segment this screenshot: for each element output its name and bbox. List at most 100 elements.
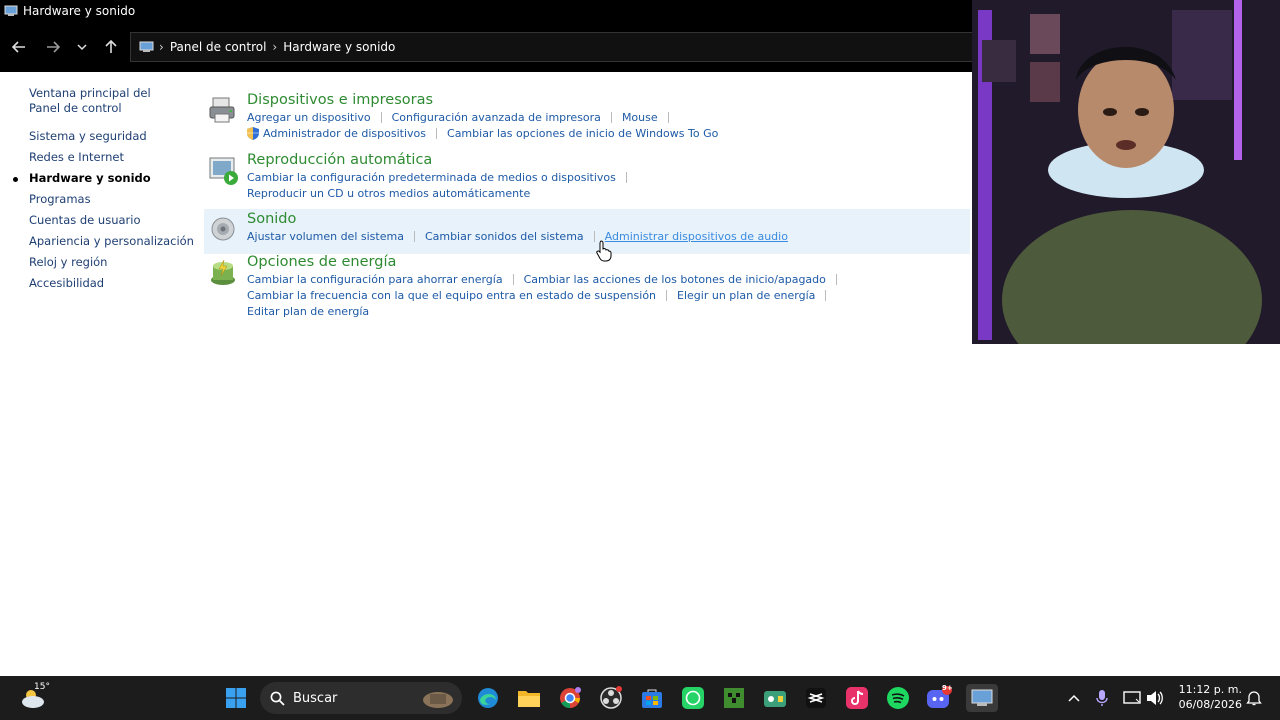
hand-cursor-icon <box>596 240 612 266</box>
chrome-icon[interactable] <box>556 684 584 712</box>
uac-shield-icon <box>247 127 259 140</box>
window-title: Hardware y sonido <box>23 4 136 18</box>
breadcrumb-panel-de-control[interactable]: Panel de control <box>170 40 267 54</box>
volume-icon[interactable] <box>1141 684 1169 712</box>
adjust-volume-link[interactable]: Ajustar volumen del sistema <box>247 230 404 243</box>
discord-icon[interactable]: 9+ <box>925 684 953 712</box>
sidebar-item-appearance[interactable]: Apariencia y personalización <box>0 234 200 249</box>
clock-time: 11:12 p. m. <box>1178 683 1242 696</box>
weather-temperature: 15° <box>34 682 50 692</box>
navigation-bar: › Panel de control › Hardware y sonido <box>0 22 972 72</box>
change-default-media-link[interactable]: Cambiar la configuración predeterminada … <box>247 171 616 184</box>
start-icon[interactable] <box>222 684 250 712</box>
advanced-printer-setup-link[interactable]: Configuración avanzada de impresora <box>392 111 601 124</box>
whatsapp-icon[interactable] <box>679 684 707 712</box>
tiktok-icon[interactable] <box>843 684 871 712</box>
sidebar-item-network[interactable]: Redes e Internet <box>0 150 200 165</box>
autoplay-icon <box>207 154 239 186</box>
control-panel-icon <box>139 41 155 53</box>
add-device-link[interactable]: Agregar un dispositivo <box>247 111 371 124</box>
edge-icon[interactable] <box>474 684 502 712</box>
notification-bell-icon[interactable] <box>1240 684 1268 712</box>
link-divider <box>625 172 627 183</box>
sound-links-row: Ajustar volumen del sistema Cambiar soni… <box>247 230 788 243</box>
devices-printers-title[interactable]: Dispositivos e impresoras <box>247 92 433 108</box>
play-cd-automatically-link[interactable]: Reproducir un CD u otros medios automáti… <box>247 187 530 200</box>
sidebar-item-home[interactable]: Ventana principal del Panel de control <box>0 86 170 116</box>
link-divider <box>835 274 837 285</box>
search-icon <box>270 691 285 706</box>
weather-widget[interactable]: 15° <box>16 682 50 712</box>
autoplay-links-row-2: Reproducir un CD u otros medios automáti… <box>247 187 530 200</box>
sound-title[interactable]: Sonido <box>247 211 296 227</box>
windows-to-go-link[interactable]: Cambiar las opciones de inicio de Window… <box>447 127 718 140</box>
sidebar-item-label: Hardware y sonido <box>29 171 151 185</box>
manage-audio-devices-link[interactable]: Administrar dispositivos de audio <box>605 230 788 243</box>
sleep-frequency-link[interactable]: Cambiar la frecuencia con la que el equi… <box>247 289 656 302</box>
mouse-link[interactable]: Mouse <box>622 111 658 124</box>
autoplay-title[interactable]: Reproducción automática <box>247 152 432 168</box>
sidebar-item-programs[interactable]: Programas <box>0 192 200 207</box>
devices-links-row-2: Administrador de dispositivos Cambiar la… <box>247 127 718 140</box>
store-icon[interactable] <box>638 684 666 712</box>
sidebar-item-hardware-sound[interactable]: Hardware y sonido <box>0 171 200 186</box>
minecraft-icon[interactable] <box>720 684 748 712</box>
link-divider <box>825 290 827 301</box>
devices-links-row-1: Agregar un dispositivo Configuración ava… <box>247 111 679 124</box>
content-pane-extension <box>972 344 1280 676</box>
power-options-title[interactable]: Opciones de energía <box>247 254 396 270</box>
microphone-icon[interactable] <box>1088 684 1116 712</box>
sidebar-item-system-security[interactable]: Sistema y seguridad <box>0 129 200 144</box>
back-arrow-icon[interactable] <box>4 32 34 62</box>
taskbar-clock[interactable]: 11:12 p. m. 06/08/2026 <box>1170 682 1242 712</box>
power-buttons-actions-link[interactable]: Cambiar las acciones de los botones de i… <box>524 273 826 286</box>
clock-date: 06/08/2026 <box>1178 698 1242 711</box>
control-panel-icon <box>4 5 18 17</box>
power-options-icon <box>207 256 239 288</box>
link-divider <box>610 112 612 123</box>
sidebar-item-accessibility[interactable]: Accesibilidad <box>0 276 200 291</box>
category-sound: Sonido Ajustar volumen del sistema Cambi… <box>204 209 970 254</box>
breadcrumb-separator-icon: › <box>272 40 278 54</box>
link-divider <box>413 231 415 242</box>
breadcrumb-separator-icon: › <box>159 40 164 54</box>
device-manager-link[interactable]: Administrador de dispositivos <box>263 127 426 140</box>
chevron-down-icon[interactable] <box>72 32 92 62</box>
webcam-overlay <box>972 0 1280 344</box>
file-explorer-icon[interactable] <box>515 684 543 712</box>
link-divider <box>667 112 669 123</box>
active-dot-icon <box>13 177 18 182</box>
power-links-row-2: Cambiar la frecuencia con la que el equi… <box>247 289 836 302</box>
link-divider <box>380 112 382 123</box>
discord-notification-badge: 9+ <box>942 684 953 692</box>
up-arrow-icon[interactable] <box>96 32 126 62</box>
link-divider <box>666 290 668 301</box>
obs-icon[interactable] <box>597 684 625 712</box>
forward-arrow-icon[interactable] <box>38 32 68 62</box>
taskbar-search[interactable]: Buscar <box>260 682 462 714</box>
power-links-row-1: Cambiar la configuración para ahorrar en… <box>247 273 847 286</box>
window-titlebar: Hardware y sonido <box>0 0 972 22</box>
edit-power-plan-link[interactable]: Editar plan de energía <box>247 305 369 318</box>
category-power-options: Opciones de energía Cambiar la configura… <box>204 254 970 324</box>
address-bar[interactable]: › Panel de control › Hardware y sonido <box>130 32 972 62</box>
power-links-row-3: Editar plan de energía <box>247 305 369 318</box>
breadcrumb-hardware-y-sonido[interactable]: Hardware y sonido <box>283 40 395 54</box>
choose-power-plan-link[interactable]: Elegir un plan de energía <box>677 289 815 302</box>
search-placeholder: Buscar <box>293 690 338 706</box>
capcut-icon[interactable] <box>802 684 830 712</box>
power-saving-settings-link[interactable]: Cambiar la configuración para ahorrar en… <box>247 273 503 286</box>
chevron-up-icon[interactable] <box>1060 684 1088 712</box>
control-panel-taskbar-icon[interactable] <box>966 684 998 712</box>
sidebar-item-user-accounts[interactable]: Cuentas de usuario <box>0 213 200 228</box>
sidebar: Ventana principal del Panel de control S… <box>0 72 200 297</box>
link-divider <box>512 274 514 285</box>
link-divider <box>436 128 438 139</box>
autoplay-links-row-1: Cambiar la configuración predeterminada … <box>247 171 637 184</box>
speaker-icon <box>207 213 239 245</box>
taskbar: 15° Buscar 9+ 11:12 p. m. 06/08/2026 <box>0 676 1280 720</box>
app-icon[interactable] <box>761 684 789 712</box>
sidebar-item-clock-region[interactable]: Reloj y región <box>0 255 200 270</box>
change-system-sounds-link[interactable]: Cambiar sonidos del sistema <box>425 230 584 243</box>
spotify-icon[interactable] <box>884 684 912 712</box>
